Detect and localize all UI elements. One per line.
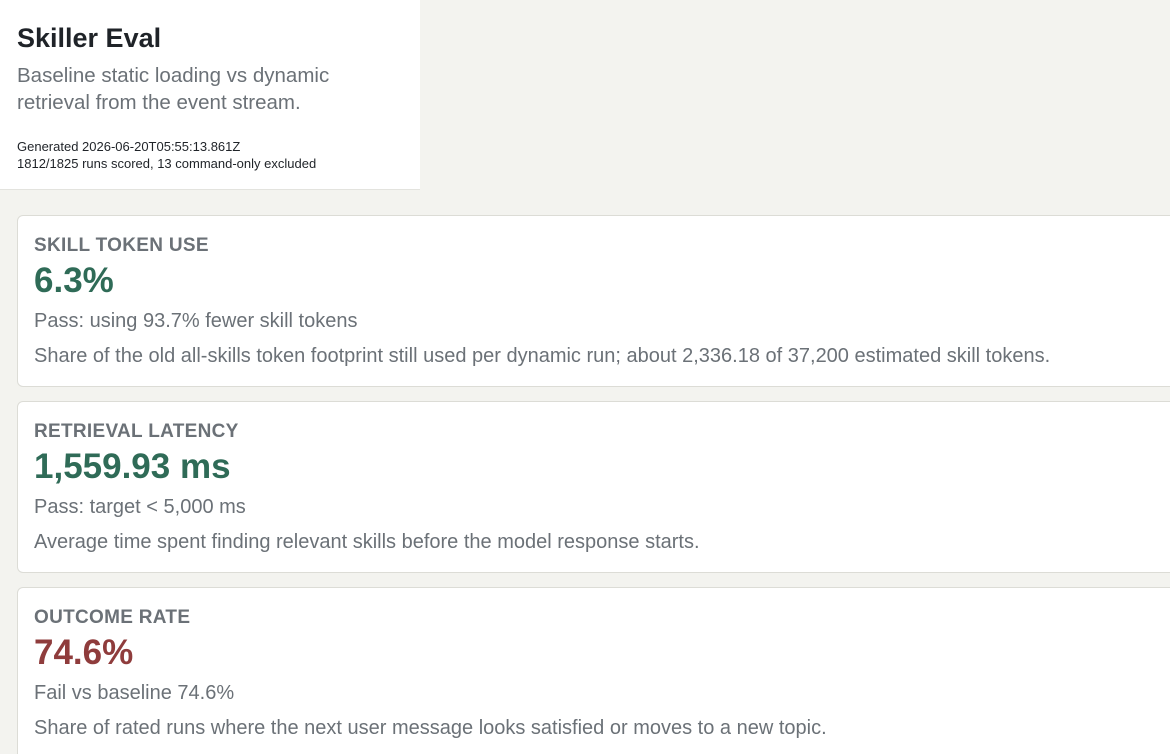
metric-value: 6.3%: [34, 261, 114, 300]
runs-summary: 1812/1825 runs scored, 13 command-only e…: [17, 156, 317, 171]
metric-cards: SKILL TOKEN USE 6.3% Pass: using 93.7% f…: [17, 215, 1170, 754]
report-meta: Generated 2026-06-20T05:55:13.861Z 1812/…: [17, 138, 420, 172]
metric-description: Average time spent finding relevant skil…: [34, 531, 700, 553]
page-subtitle: Baseline static loading vs dynamic retri…: [17, 64, 330, 114]
report-header: Skiller Eval Baseline static loading vs …: [0, 0, 420, 190]
page-title: Skiller Eval: [17, 23, 162, 53]
metric-label: RETRIEVAL LATENCY: [34, 421, 239, 442]
metric-description: Share of the old all-skills token footpr…: [34, 345, 1051, 367]
metric-card-retrieval-latency: RETRIEVAL LATENCY 1,559.93 ms Pass: targ…: [17, 401, 1170, 573]
metric-label: SKILL TOKEN USE: [34, 235, 209, 256]
metric-value: 74.6%: [34, 633, 134, 672]
metric-label: OUTCOME RATE: [34, 607, 191, 628]
metric-status: Fail vs baseline 74.6%: [34, 682, 235, 704]
metric-card-skill-token-use: SKILL TOKEN USE 6.3% Pass: using 93.7% f…: [17, 215, 1170, 387]
metric-card-outcome-rate: OUTCOME RATE 74.6% Fail vs baseline 74.6…: [17, 587, 1170, 754]
metric-value: 1,559.93 ms: [34, 447, 231, 486]
metric-status: Pass: using 93.7% fewer skill tokens: [34, 310, 358, 332]
metric-description: Share of rated runs where the next user …: [34, 717, 827, 739]
metric-status: Pass: target < 5,000 ms: [34, 496, 246, 518]
generated-timestamp: Generated 2026-06-20T05:55:13.861Z: [17, 139, 241, 154]
